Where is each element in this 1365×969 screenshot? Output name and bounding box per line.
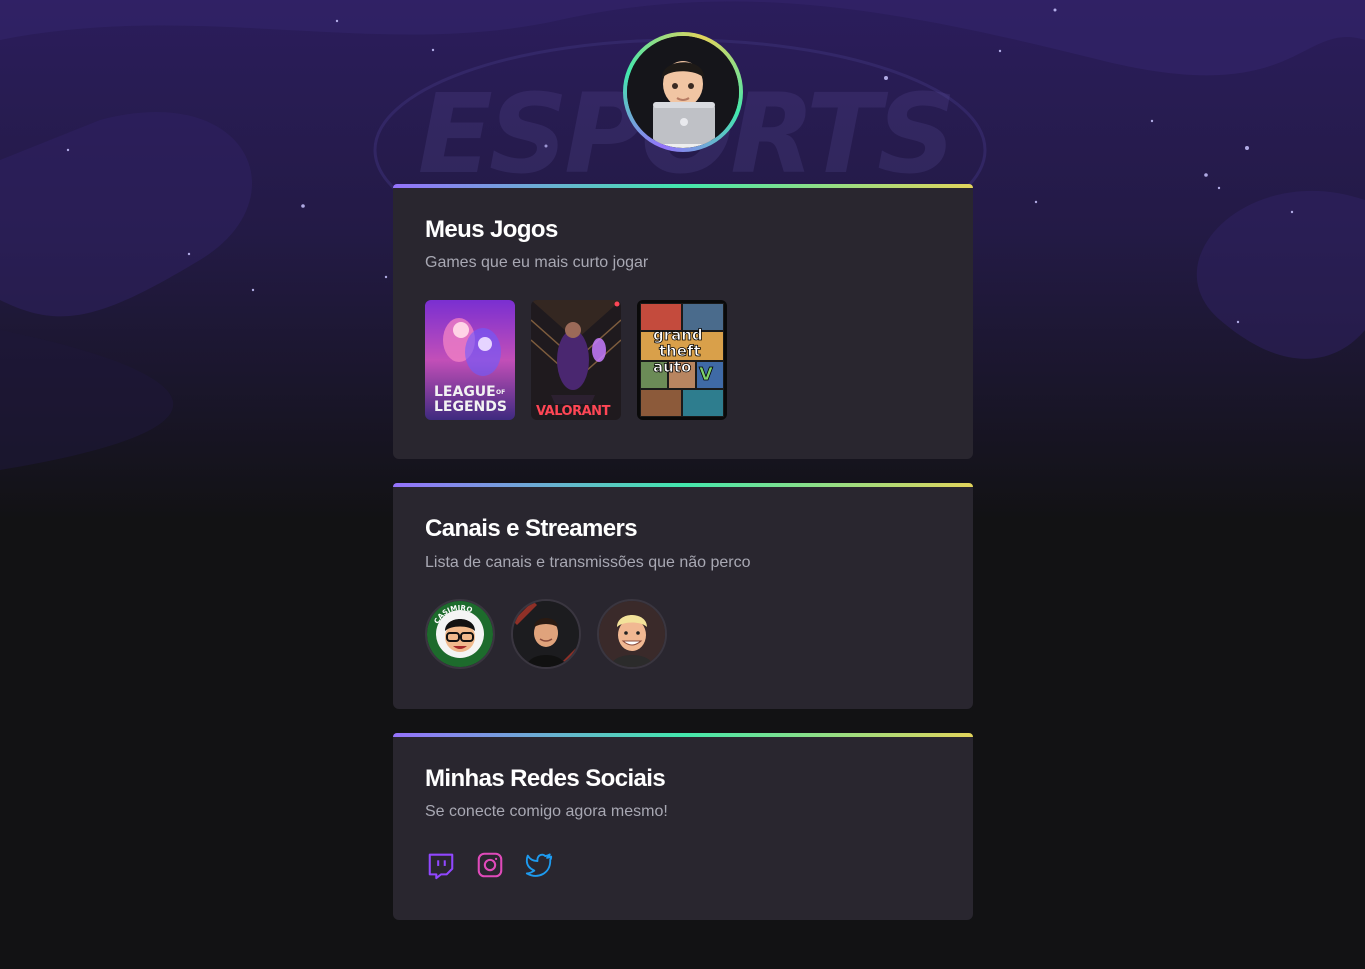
svg-text:VALORANT: VALORANT: [536, 404, 611, 419]
valorant-cover: VALORANT: [531, 300, 621, 420]
game-valorant[interactable]: VALORANT: [531, 300, 621, 420]
instagram-link[interactable]: [474, 849, 506, 881]
game-gta-v[interactable]: grand theft auto V: [637, 300, 727, 420]
streamers-card: Canais e Streamers Lista de canais e tra…: [393, 483, 973, 709]
social-card: Minhas Redes Sociais Se conecte comigo a…: [393, 733, 973, 920]
instagram-icon: [477, 852, 503, 878]
streamer-avatar-casimiro[interactable]: CASIMIRO: [425, 599, 495, 669]
svg-text:OF: OF: [496, 389, 505, 396]
streamers-card-title: Canais e Streamers: [425, 515, 638, 542]
streamer-avatar-3[interactable]: [597, 599, 667, 669]
svg-text:auto: auto: [653, 358, 691, 376]
streamers-card-subtitle: Lista de canais e transmissões que não p…: [425, 554, 751, 571]
social-card-subtitle: Se conecte comigo agora mesmo!: [425, 803, 668, 820]
twitch-link[interactable]: [425, 849, 457, 881]
twitter-link[interactable]: [523, 849, 555, 881]
streamer-3-avatar: [599, 601, 665, 667]
games-card-title: Meus Jogos: [425, 216, 558, 243]
svg-text:LEAGUE: LEAGUE: [434, 384, 496, 400]
profile-avatar: [623, 32, 743, 152]
twitch-icon: [428, 853, 454, 880]
memoji-laptop-avatar: [627, 36, 739, 148]
games-card-subtitle: Games que eu mais curto jogar: [425, 254, 649, 271]
twitter-icon: [525, 853, 553, 877]
gta-v-cover: grand theft auto V: [637, 300, 727, 420]
streamer-2-avatar: [513, 601, 579, 667]
social-card-title: Minhas Redes Sociais: [425, 765, 666, 792]
casimiro-avatar: CASIMIRO: [427, 601, 493, 667]
svg-text:V: V: [699, 364, 713, 385]
game-league-of-legends[interactable]: LEAGUE OF LEGENDS: [425, 300, 515, 420]
streamer-avatar-2[interactable]: [511, 599, 581, 669]
svg-text:LEGENDS: LEGENDS: [434, 399, 507, 415]
games-card: Meus Jogos Games que eu mais curto jogar…: [393, 184, 973, 459]
league-of-legends-cover: LEAGUE OF LEGENDS: [425, 300, 515, 420]
